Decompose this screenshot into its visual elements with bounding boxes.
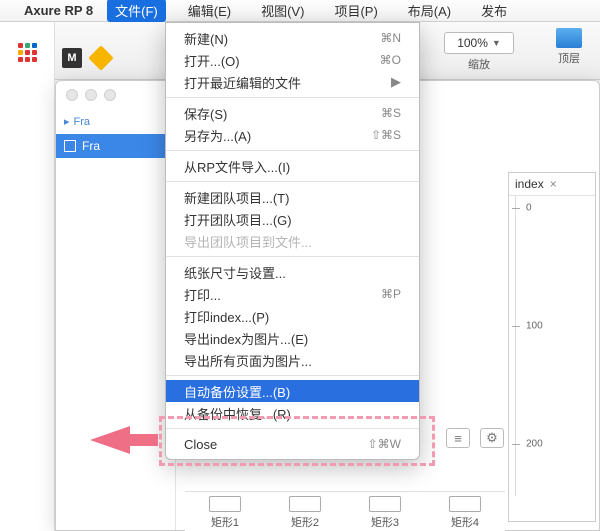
close-icon[interactable]: ×	[550, 177, 557, 191]
file-menu: 新建(N)⌘N打开...(O)⌘O打开最近编辑的文件▶ 保存(S)⌘S另存为...…	[165, 22, 420, 460]
menu-item[interactable]: 另存为...(A)⇧⌘S	[166, 124, 419, 146]
dock-icons: M	[62, 48, 110, 68]
list-view-icon[interactable]: ≡	[446, 428, 470, 448]
menu-item[interactable]: 打开最近编辑的文件▶	[166, 71, 419, 93]
view-options: ≡ ⚙	[446, 428, 504, 448]
menu-item[interactable]: 保存(S)⌘S	[166, 102, 419, 124]
shape-rect1[interactable]: 矩形1	[185, 492, 265, 531]
shape-rect2[interactable]: 矩形2	[265, 492, 345, 531]
menu-project[interactable]: 项目(P)	[326, 0, 385, 22]
tree-item-selected[interactable]: Fra	[56, 134, 175, 158]
menu-item[interactable]: 打开团队项目...(G)	[166, 208, 419, 230]
app-name[interactable]: Axure RP 8	[24, 3, 93, 18]
chevron-down-icon: ▼	[492, 33, 501, 53]
page-icon	[64, 140, 76, 152]
page-tree: ▸ Fra Fra	[56, 109, 176, 530]
menu-item[interactable]: 从备份中恢复...(R)	[166, 402, 419, 424]
gear-icon[interactable]: ⚙	[480, 428, 504, 448]
menu-file[interactable]: 文件(F)	[107, 0, 166, 22]
menu-item: 导出团队项目到文件...	[166, 230, 419, 252]
menu-item[interactable]: 纸张尺寸与设置...	[166, 261, 419, 283]
menu-item[interactable]: 新建(N)⌘N	[166, 27, 419, 49]
callout-arrow-icon	[90, 420, 160, 460]
breadcrumb[interactable]: ▸ Fra	[56, 109, 175, 134]
top-layer-button[interactable]: 顶层	[556, 28, 582, 66]
medium-icon[interactable]: M	[62, 48, 82, 68]
menu-layout[interactable]: 布局(A)	[400, 0, 459, 22]
menu-item[interactable]: 自动备份设置...(B)	[166, 380, 419, 402]
menu-item[interactable]: 打印index...(P)	[166, 305, 419, 327]
shape-rect3[interactable]: 矩形3	[345, 492, 425, 531]
shape-rect4[interactable]: 矩形4	[425, 492, 505, 531]
menu-item[interactable]: 打印...⌘P	[166, 283, 419, 305]
menu-item[interactable]: 导出所有页面为图片...	[166, 349, 419, 371]
menu-item[interactable]: 从RP文件导入...(I)	[166, 155, 419, 177]
zoom-value: 100%	[457, 33, 488, 53]
zoom-label: 缩放	[444, 56, 514, 72]
index-panel: index× 0 100 200	[508, 172, 596, 522]
panel-tab[interactable]: index×	[509, 173, 595, 196]
apps-grid-icon[interactable]	[11, 36, 43, 68]
menu-item[interactable]: 导出index为图片...(E)	[166, 327, 419, 349]
sketch-icon[interactable]	[88, 45, 113, 70]
zoom-control[interactable]: 100%▼ 缩放	[444, 32, 514, 72]
left-rail	[0, 22, 55, 531]
shape-library: 矩形1 矩形2 矩形3 矩形4	[185, 491, 505, 531]
menu-publish[interactable]: 发布	[473, 0, 515, 22]
layers-icon	[556, 28, 582, 48]
menu-item[interactable]: Close⇧⌘W	[166, 433, 419, 455]
menu-edit[interactable]: 编辑(E)	[180, 0, 239, 22]
top-layer-label: 顶层	[558, 53, 580, 65]
vertical-ruler: 0 100 200	[515, 196, 595, 496]
menu-item[interactable]: 打开...(O)⌘O	[166, 49, 419, 71]
menu-view[interactable]: 视图(V)	[253, 0, 312, 22]
mac-menubar: Axure RP 8 文件(F) 编辑(E) 视图(V) 项目(P) 布局(A)…	[0, 0, 600, 22]
menu-item[interactable]: 新建团队项目...(T)	[166, 186, 419, 208]
